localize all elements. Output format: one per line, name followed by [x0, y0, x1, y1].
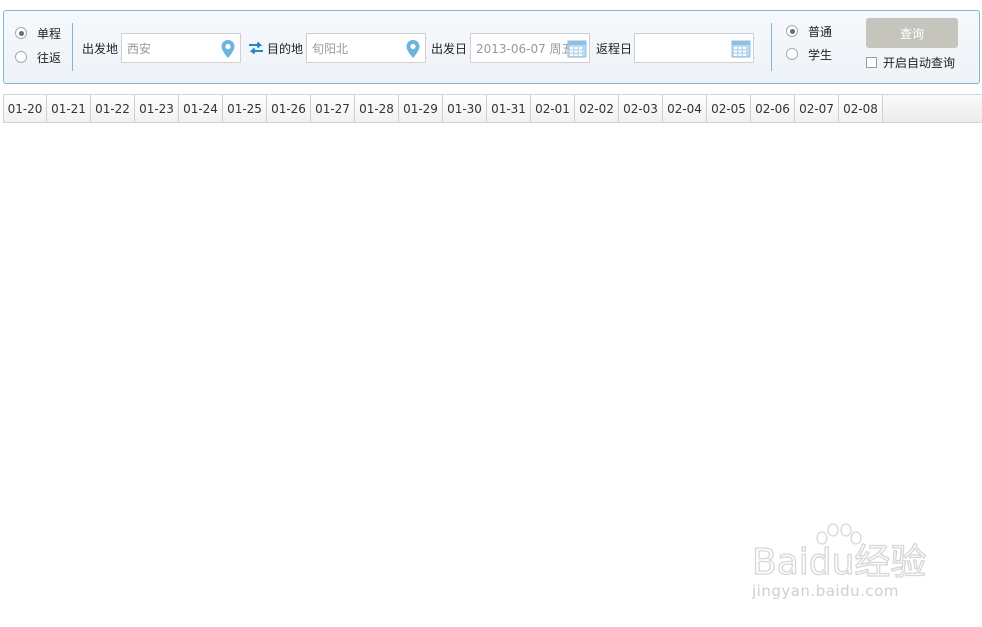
date-tab[interactable]: 02-08 [839, 95, 883, 122]
date-tab[interactable]: 01-22 [91, 95, 135, 122]
date-tab[interactable]: 01-25 [223, 95, 267, 122]
radio-adult[interactable]: 普通 [786, 23, 832, 39]
to-label: 目的地 [267, 42, 304, 56]
location-pin-icon[interactable] [220, 39, 236, 59]
baidu-paw-logo-icon: Baidu经验 [751, 523, 927, 584]
auto-query-label: 开启自动查询 [883, 56, 956, 70]
date-tab[interactable]: 01-29 [399, 95, 443, 122]
date-tab[interactable]: 02-02 [575, 95, 619, 122]
radio-one-way-label: 单程 [37, 26, 62, 41]
radio-adult-label: 普通 [808, 24, 833, 39]
depart-date-value: 2013-06-07 周五 [476, 41, 568, 56]
date-tab[interactable]: 01-24 [179, 95, 223, 122]
date-tab[interactable]: 01-31 [487, 95, 531, 122]
from-station-input[interactable]: 西安 [121, 33, 241, 63]
to-station-value: 旬阳北 [312, 41, 349, 56]
swap-stations-icon[interactable] [248, 41, 264, 55]
return-date-input[interactable] [634, 33, 754, 63]
from-label: 出发地 [82, 42, 119, 56]
date-tab[interactable]: 02-05 [707, 95, 751, 122]
baidu-jingyan-watermark: Baidu经验 jingyan.baidu.com [751, 522, 932, 608]
date-tab[interactable]: 02-07 [795, 95, 839, 122]
date-tab[interactable]: 01-28 [355, 95, 399, 122]
date-tab[interactable]: 01-20 [3, 95, 47, 122]
radio-student[interactable]: 学生 [786, 46, 832, 62]
depart-date-label: 出发日 [431, 42, 468, 56]
date-tab[interactable]: 01-23 [135, 95, 179, 122]
date-tab[interactable]: 02-04 [663, 95, 707, 122]
auto-query-checkbox[interactable] [866, 57, 877, 68]
depart-date-input[interactable]: 2013-06-07 周五 [470, 33, 590, 63]
radio-adult-circle[interactable] [786, 25, 798, 37]
location-pin-icon[interactable] [405, 39, 421, 59]
radio-round-trip-circle[interactable] [15, 51, 27, 63]
date-tabs: 01-20 01-21 01-22 01-23 01-24 01-25 01-26 01-27… [3, 94, 982, 123]
calendar-icon[interactable] [567, 39, 587, 58]
query-button[interactable]: 查询 [866, 18, 958, 48]
return-date-label: 返程日 [596, 42, 633, 56]
radio-student-label: 学生 [808, 47, 833, 62]
trip-type-group: 单程 往返 [15, 25, 61, 65]
to-station-input[interactable]: 旬阳北 [306, 33, 426, 63]
radio-round-trip[interactable]: 往返 [15, 49, 61, 65]
auto-query-toggle[interactable]: 开启自动查询 [866, 54, 955, 71]
divider [72, 23, 73, 71]
date-tab[interactable]: 02-03 [619, 95, 663, 122]
radio-one-way-circle[interactable] [15, 27, 27, 39]
divider [771, 23, 772, 71]
calendar-icon[interactable] [731, 39, 751, 58]
radio-round-trip-label: 往返 [37, 50, 62, 65]
date-tab[interactable]: 02-06 [751, 95, 795, 122]
date-tab[interactable]: 01-30 [443, 95, 487, 122]
date-tab[interactable]: 02-01 [531, 95, 575, 122]
ticket-type-group: 普通 学生 [786, 23, 832, 62]
date-tab[interactable]: 01-27 [311, 95, 355, 122]
search-panel: 单程 往返 出发地 西安 目的地 旬阳北 出发日 2013-06-07 周五 返… [3, 10, 980, 84]
watermark-logo-text: Baidu经验 [752, 542, 926, 582]
from-station-value: 西安 [127, 41, 152, 56]
date-tab[interactable]: 01-21 [47, 95, 91, 122]
radio-student-circle[interactable] [786, 48, 798, 60]
radio-one-way[interactable]: 单程 [15, 25, 61, 41]
watermark-url: jingyan.baidu.com [752, 582, 899, 600]
date-tab[interactable]: 01-26 [267, 95, 311, 122]
